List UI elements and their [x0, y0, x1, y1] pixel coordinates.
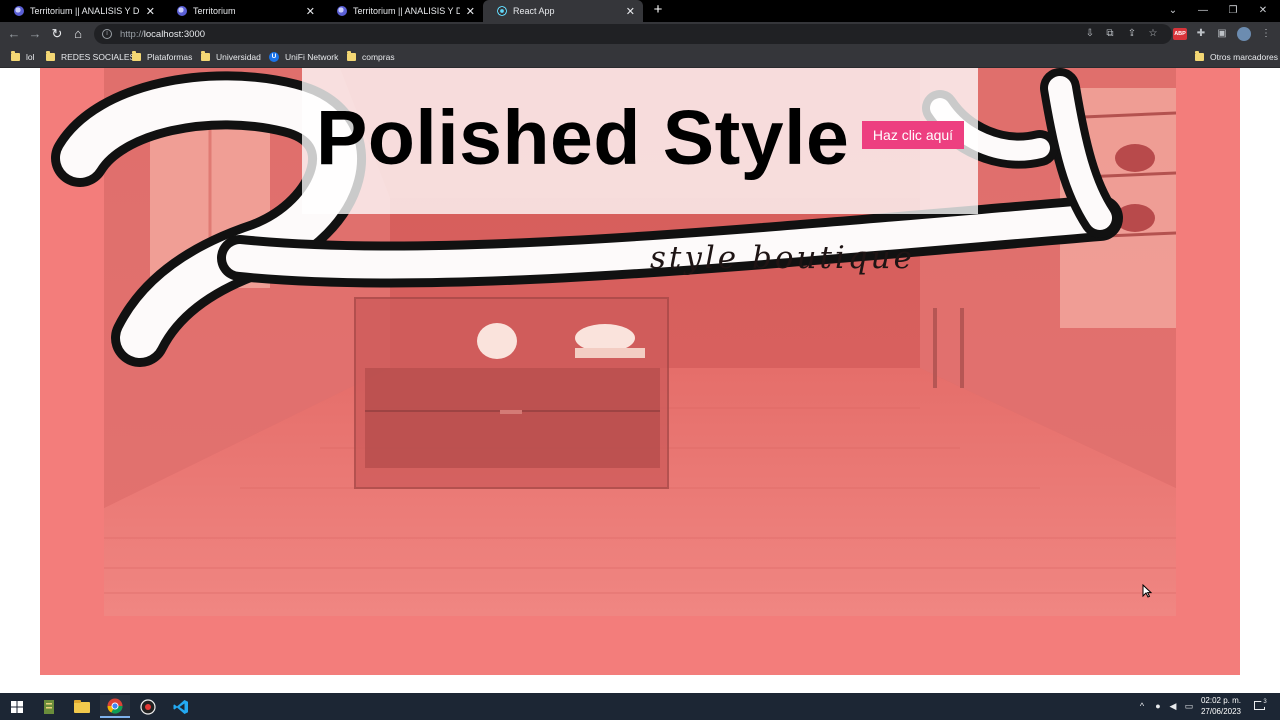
bookmark-compras[interactable]: compras	[347, 50, 395, 64]
bookmark-lol[interactable]: lol	[11, 50, 35, 64]
bookmark-label: Universidad	[216, 52, 261, 62]
folder-icon	[132, 51, 141, 61]
tab-territorium-2[interactable]: Territorium ✕	[163, 0, 323, 22]
bookmark-label: lol	[26, 52, 35, 62]
folder-icon	[347, 51, 356, 61]
browser-toolbar: ← → ↻ ⌂ i http://localhost:3000 ⇩ ⧉ ⇪ ☆ …	[0, 22, 1280, 46]
territorium-favicon-icon	[337, 6, 347, 16]
tab-strip: Territorium || ANALISIS Y DESARR ✕ Terri…	[0, 0, 1280, 22]
reload-icon[interactable]: ↻	[48, 25, 66, 43]
banner-tagline: style boutique	[650, 240, 915, 276]
address-bar[interactable]: i http://localhost:3000	[94, 24, 1172, 44]
site-info-icon[interactable]: i	[102, 29, 112, 39]
tab-territorium-1[interactable]: Territorium || ANALISIS Y DESARR ✕	[0, 0, 163, 22]
minimize-icon[interactable]: —	[1188, 0, 1218, 22]
chrome-app-icon[interactable]	[100, 695, 130, 718]
close-window-icon[interactable]: ✕	[1248, 0, 1278, 22]
windows-taskbar: ^ ● ◀ ▭ 02:02 p. m. 27/06/2023 3	[0, 693, 1280, 720]
install-app-icon[interactable]: ⇩	[1083, 27, 1097, 41]
system-clock[interactable]: 02:02 p. m. 27/06/2023	[1196, 695, 1246, 717]
hero-banner: Polished Style Haz clic aquí style bouti…	[40, 68, 1240, 675]
bookmark-label: Otros marcadores	[1210, 52, 1279, 62]
folder-icon	[46, 51, 55, 61]
folder-icon	[1195, 51, 1204, 61]
bookmark-universidad[interactable]: Universidad	[201, 50, 261, 64]
bookmark-label: UniFi Network	[285, 52, 339, 62]
volume-icon[interactable]: ◀	[1167, 693, 1179, 720]
close-tab-icon[interactable]: ✕	[626, 5, 635, 18]
bookmark-plataformas[interactable]: Plataformas	[132, 50, 192, 64]
profile-avatar[interactable]	[1237, 27, 1251, 41]
url-scheme: http://	[120, 28, 144, 40]
bookmark-otros-marcadores[interactable]: Otros marcadores	[1195, 50, 1278, 64]
bookmark-label: Plataformas	[147, 52, 193, 62]
notification-count: 3	[1261, 699, 1269, 707]
side-panel-icon[interactable]: ▣	[1215, 27, 1229, 41]
menu-kebab-icon[interactable]: ⋮	[1259, 27, 1273, 41]
file-explorer-icon[interactable]	[67, 695, 97, 718]
haz-clic-button[interactable]: Haz clic aquí	[862, 121, 964, 149]
tab-search-icon[interactable]: ⌄	[1158, 0, 1188, 22]
page-viewport: Polished Style Haz clic aquí style bouti…	[0, 68, 1280, 693]
url-host: localhost:3000	[143, 28, 206, 40]
network-icon[interactable]: ▭	[1182, 693, 1196, 720]
page-title: Polished Style	[316, 95, 850, 181]
close-tab-icon[interactable]: ✕	[466, 5, 475, 18]
restore-icon[interactable]: ❐	[1218, 0, 1248, 22]
clock-date: 27/06/2023	[1200, 707, 1242, 716]
unifi-icon: U	[269, 52, 279, 62]
territorium-favicon-icon	[177, 6, 187, 16]
bookmark-unifi-network[interactable]: U UniFi Network	[269, 50, 338, 64]
tab-title: Territorium || ANALISIS Y DESARR	[353, 6, 460, 16]
microphone-icon[interactable]: ●	[1152, 693, 1164, 720]
vscode-app-icon[interactable]	[166, 695, 196, 718]
tab-title: Territorium || ANALISIS Y DESARR	[30, 6, 140, 16]
url-text: http://localhost:3000	[120, 29, 205, 40]
react-favicon-icon	[497, 6, 507, 16]
translate-icon[interactable]: ⧉	[1103, 27, 1117, 41]
bookmark-star-icon[interactable]: ☆	[1146, 27, 1160, 41]
home-icon[interactable]: ⌂	[69, 25, 87, 43]
share-icon[interactable]: ⇪	[1125, 27, 1139, 41]
clock-time: 02:02 p. m.	[1200, 696, 1242, 705]
bookmarks-bar: lol REDES SOCIALES Plataformas Universid…	[0, 46, 1280, 68]
close-tab-icon[interactable]: ✕	[306, 5, 315, 18]
adblock-extension-icon[interactable]: ABP	[1173, 28, 1187, 40]
close-tab-icon[interactable]: ✕	[146, 5, 155, 18]
windows-start-icon[interactable]	[2, 695, 32, 718]
tab-title: React App	[513, 6, 555, 16]
bookmark-redes-sociales[interactable]: REDES SOCIALES	[46, 50, 135, 64]
tab-react-app[interactable]: React App ✕	[483, 0, 643, 22]
folder-icon	[11, 51, 20, 61]
bookmark-label: compras	[362, 52, 395, 62]
forward-arrow-icon[interactable]: →	[26, 25, 44, 43]
notifications-icon[interactable]: 3	[1250, 693, 1269, 720]
mouse-pointer-icon	[1142, 584, 1152, 598]
extensions-puzzle-icon[interactable]: ✚	[1194, 27, 1208, 41]
tab-territorium-3[interactable]: Territorium || ANALISIS Y DESARR ✕	[323, 0, 483, 22]
bookmark-label: REDES SOCIALES	[61, 52, 136, 62]
recorder-app-icon[interactable]	[133, 695, 163, 718]
notepad-app-icon[interactable]	[34, 695, 64, 718]
folder-icon	[201, 51, 210, 61]
show-hidden-icons-icon[interactable]: ^	[1136, 693, 1148, 720]
territorium-favicon-icon	[14, 6, 24, 16]
tab-title: Territorium	[193, 6, 236, 16]
back-arrow-icon[interactable]: ←	[5, 25, 23, 43]
new-tab-button[interactable]: +	[650, 2, 666, 18]
